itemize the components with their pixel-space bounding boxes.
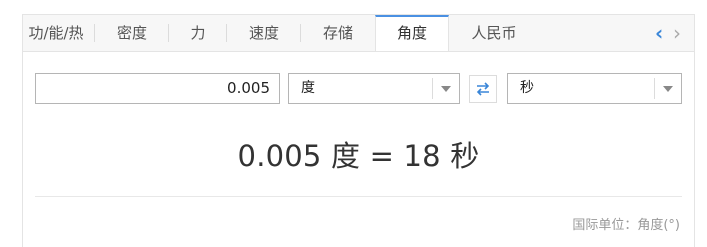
divider: [35, 196, 682, 197]
si-unit-note: 国际单位：角度(°): [572, 218, 680, 233]
tab-label: 存储: [322, 24, 353, 42]
chevron-down-icon[interactable]: [432, 78, 459, 99]
chevron-left-icon[interactable]: ‹: [655, 15, 663, 51]
tab-angle[interactable]: 角度: [375, 15, 449, 51]
tab-power-energy-heat[interactable]: 功/能/热: [23, 15, 95, 51]
tab-rmb[interactable]: 人民币: [449, 15, 539, 51]
tab-storage[interactable]: 存储: [301, 15, 375, 51]
to-unit-value: 秒: [520, 80, 534, 96]
tab-label: 密度: [116, 24, 147, 42]
from-unit-select[interactable]: 度: [288, 73, 460, 104]
from-unit-value: 度: [301, 80, 315, 96]
tab-label: 角度: [396, 24, 427, 42]
tab-label: 力: [190, 24, 206, 42]
chevron-right-icon[interactable]: ›: [673, 15, 681, 51]
tab-label: 速度: [248, 24, 279, 42]
swap-units-button[interactable]: [469, 75, 497, 103]
tab-label: 功/能/热: [28, 24, 84, 42]
tab-density[interactable]: 密度: [95, 15, 169, 51]
to-unit-select[interactable]: 秒: [507, 73, 682, 104]
tab-label: 人民币: [471, 24, 517, 42]
tab-speed[interactable]: 速度: [227, 15, 301, 51]
converter-card: 功/能/热 密度 力 速度 存储 角度 人民币 ‹ › 0.005 度 秒 0.…: [22, 14, 695, 247]
value-input[interactable]: 0.005: [35, 73, 280, 104]
tab-force[interactable]: 力: [169, 15, 227, 51]
chevron-down-icon[interactable]: [654, 78, 681, 99]
unit-category-tabs: 功/能/热 密度 力 速度 存储 角度 人民币 ‹ ›: [23, 15, 694, 52]
swap-arrows-icon: [476, 82, 490, 96]
conversion-result: 0.005 度 = 18 秒: [237, 139, 480, 173]
